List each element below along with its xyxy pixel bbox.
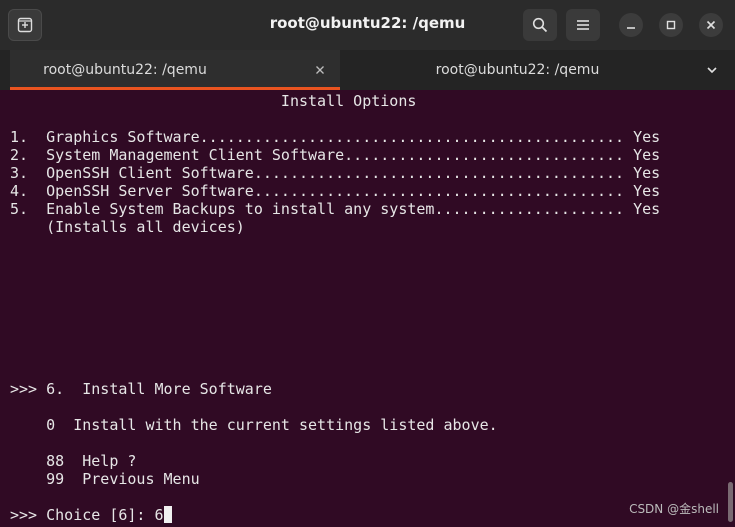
terminal-line: >>> 6. Install More Software: [10, 380, 272, 398]
terminal-output[interactable]: Install Options 1. Graphics Software....…: [0, 90, 735, 527]
terminal-line: 1. Graphics Software....................…: [10, 128, 661, 146]
close-icon: [706, 20, 716, 30]
terminal-prompt: >>> Choice [6]: 6: [10, 506, 164, 524]
tab-label: root@ubuntu22: /qemu: [43, 62, 207, 78]
tabs-dropdown-button[interactable]: [704, 62, 720, 78]
terminal-line: 0 Install with the current settings list…: [10, 416, 498, 434]
hamburger-menu-icon: [577, 20, 589, 30]
maximize-icon: [666, 20, 676, 30]
title-bar: root@ubuntu22: /qemu: [0, 0, 735, 50]
tab-label: root@ubuntu22: /qemu: [435, 62, 600, 78]
terminal-line: 4. OpenSSH Server Software..............…: [10, 182, 661, 200]
search-button[interactable]: [523, 9, 557, 41]
menu-button[interactable]: [566, 9, 600, 41]
tab-close-icon: [316, 66, 324, 74]
search-icon: [532, 17, 548, 33]
terminal-line: 5. Enable System Backups to install any …: [10, 200, 661, 218]
watermark: CSDN @金shell: [629, 502, 719, 516]
terminal-line: 99 Previous Menu: [10, 470, 200, 488]
terminal-line: 2. System Management Client Software....…: [10, 146, 661, 164]
tab-close-button[interactable]: [312, 62, 328, 78]
terminal-line: (Installs all devices): [10, 218, 245, 236]
terminal-prompt-line: >>> Choice [6]: 6: [10, 506, 172, 524]
tab-bar: root@ubuntu22: /qemu root@ubuntu22: /qem…: [0, 50, 735, 90]
chevron-down-icon: [707, 67, 717, 74]
minimize-icon: [627, 27, 635, 29]
minimize-button[interactable]: [619, 13, 643, 37]
close-button[interactable]: [699, 13, 723, 37]
terminal-line: 88 Help ?: [10, 452, 137, 470]
terminal-scrollbar[interactable]: [728, 482, 733, 522]
tab-terminal-1[interactable]: root@ubuntu22: /qemu: [10, 50, 340, 90]
terminal-line: 3. OpenSSH Client Software..............…: [10, 164, 661, 182]
maximize-button[interactable]: [659, 13, 683, 37]
terminal-line: Install Options: [10, 92, 417, 110]
text-cursor: [163, 506, 172, 523]
tab-terminal-2[interactable]: root@ubuntu22: /qemu: [345, 50, 690, 90]
